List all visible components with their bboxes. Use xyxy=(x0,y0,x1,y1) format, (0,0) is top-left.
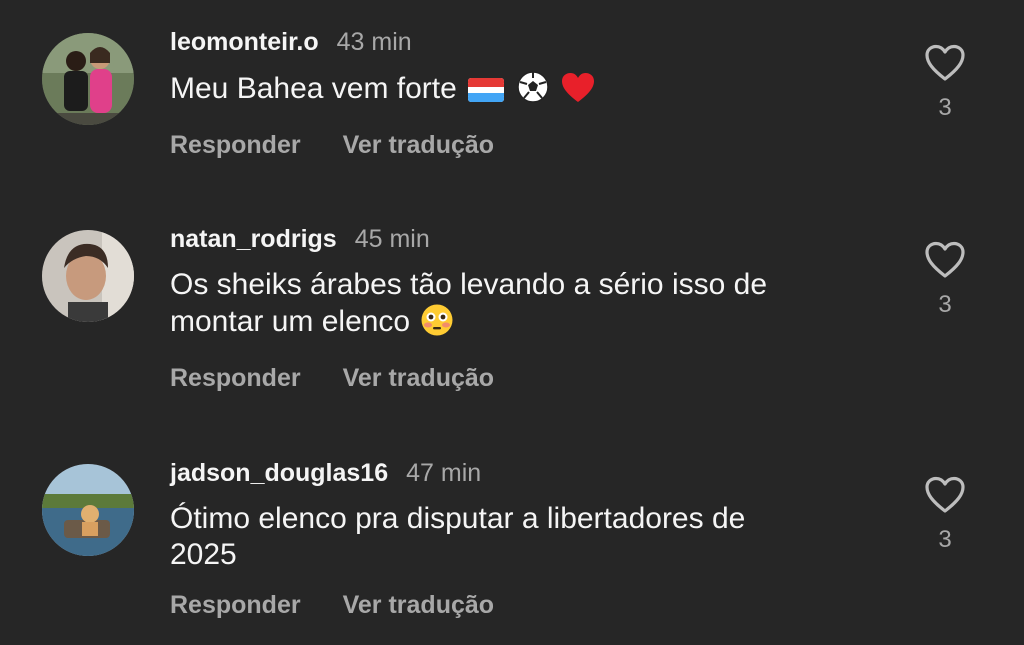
comment-actions: Responder Ver tradução xyxy=(170,591,884,620)
avatar[interactable] xyxy=(42,464,134,556)
username[interactable]: jadson_douglas16 xyxy=(170,459,388,488)
avatar-photo-scene xyxy=(42,464,134,556)
timestamp: 47 min xyxy=(406,459,482,487)
reply-button[interactable]: Responder xyxy=(170,591,301,620)
translate-button[interactable]: Ver tradução xyxy=(343,591,494,620)
comment-text: Ótimo elenco pra disputar a libertadores… xyxy=(170,501,810,573)
comment-body: jadson_douglas16 47 min Ótimo elenco pra… xyxy=(170,459,884,620)
comment-meta: jadson_douglas16 47 min xyxy=(170,459,884,491)
heart-outline-icon[interactable] xyxy=(922,476,968,514)
comment-item: jadson_douglas16 47 min Ótimo elenco pra… xyxy=(0,0,1024,645)
like-count: 3 xyxy=(938,526,952,553)
comments-list: leomonteir.o 43 min Meu Bahea vem forte xyxy=(0,0,1024,645)
comment-text-content: Ótimo elenco pra disputar a libertadores… xyxy=(170,502,746,571)
like-control: 3 xyxy=(922,476,968,554)
